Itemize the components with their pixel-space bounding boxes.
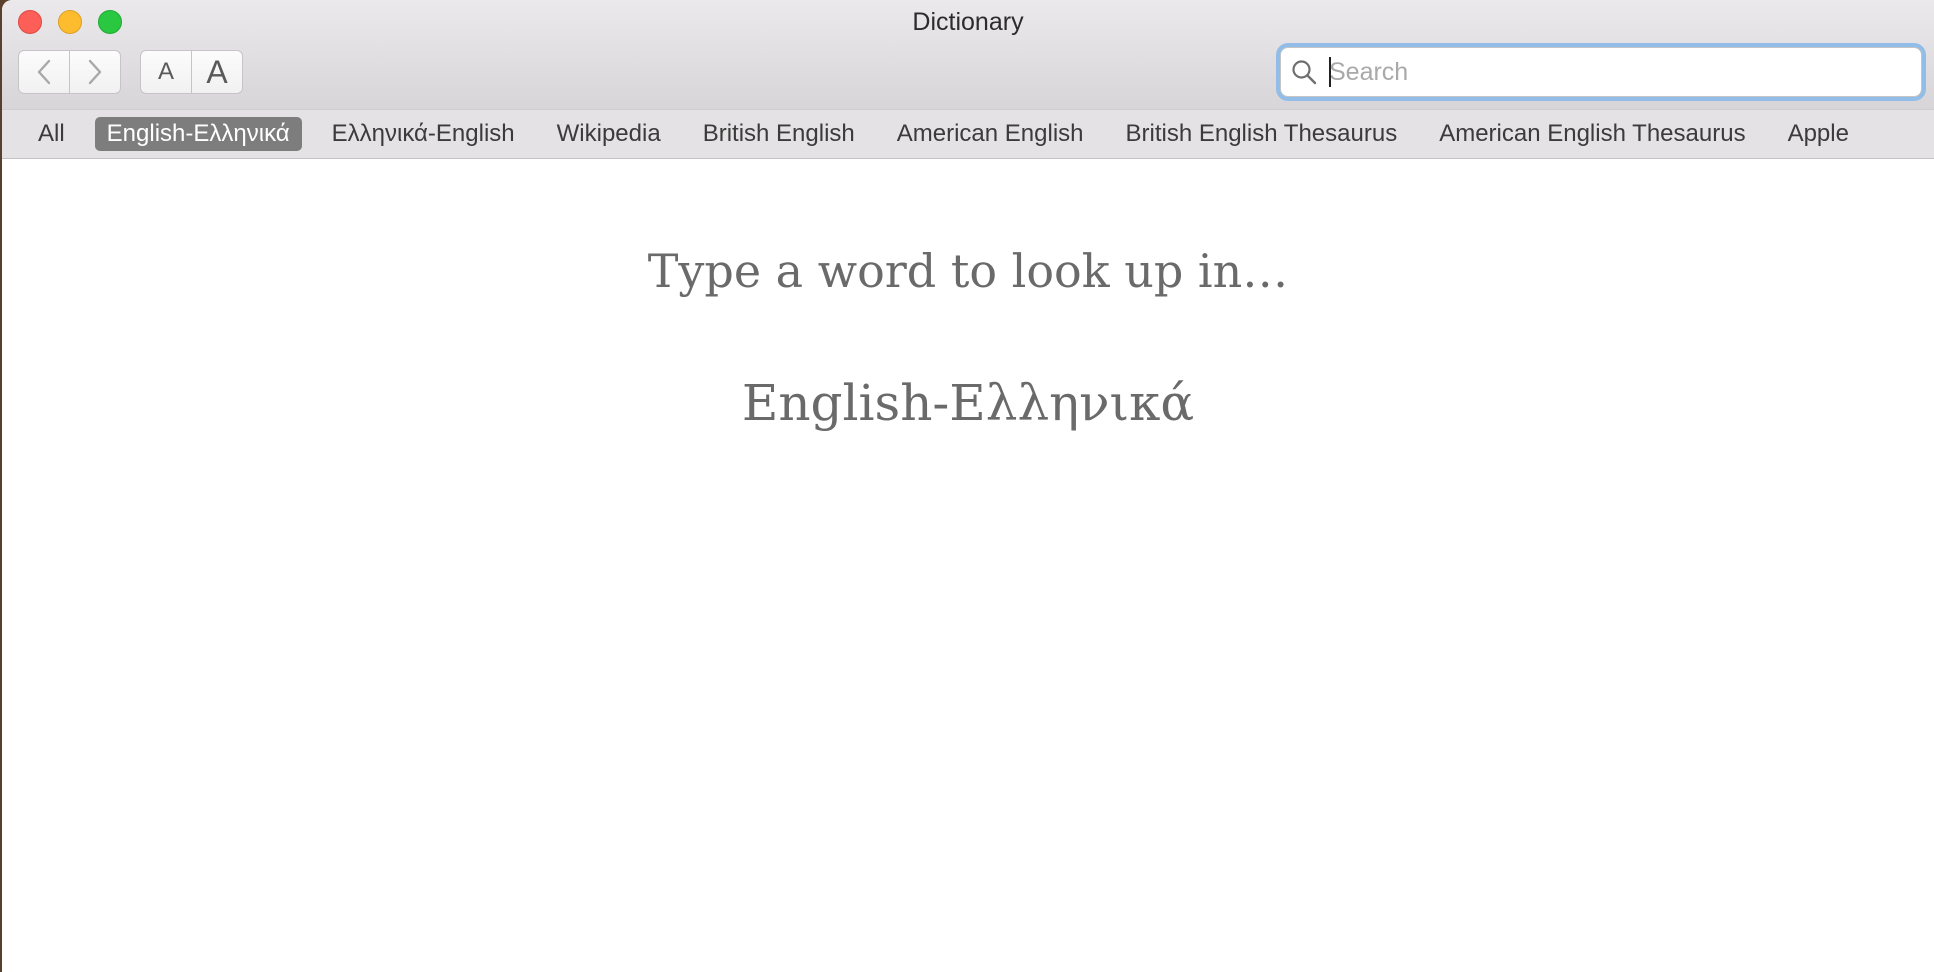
tab-wikipedia[interactable]: Wikipedia: [545, 117, 673, 151]
increase-font-button[interactable]: A: [191, 50, 243, 94]
chevron-right-icon: [88, 59, 102, 85]
window-title: Dictionary: [912, 8, 1024, 36]
dictionary-source-tabs: All English-Ελληνικά Ελληνικά-English Wi…: [2, 109, 1934, 159]
title-bar: Dictionary A A: [2, 0, 1934, 109]
lookup-prompt: Type a word to look up in…: [647, 244, 1289, 298]
tab-american-english-thesaurus[interactable]: American English Thesaurus: [1427, 117, 1757, 151]
text-caret: [1329, 57, 1331, 87]
tab-british-english-thesaurus[interactable]: British English Thesaurus: [1114, 117, 1410, 151]
tab-all[interactable]: All: [26, 117, 77, 151]
tab-list: All English-Ελληνικά Ελληνικά-English Wi…: [26, 117, 1861, 151]
search-icon: [1292, 60, 1317, 85]
search-input[interactable]: [1329, 54, 1899, 90]
chevron-left-icon: [37, 59, 51, 85]
search-field[interactable]: [1280, 47, 1922, 97]
tab-british-english[interactable]: British English: [691, 117, 867, 151]
decrease-font-button[interactable]: A: [140, 50, 192, 94]
dictionary-window: Dictionary A A All English-Ελληνικά Ελ: [2, 0, 1934, 972]
forward-button[interactable]: [69, 50, 121, 94]
tab-english-greek[interactable]: English-Ελληνικά: [94, 117, 302, 151]
definition-content-area: Type a word to look up in… English-Ελλην…: [2, 160, 1934, 972]
tab-apple[interactable]: Apple: [1776, 117, 1861, 151]
back-button[interactable]: [18, 50, 70, 94]
tab-greek-english[interactable]: Ελληνικά-English: [320, 117, 527, 151]
tab-american-english[interactable]: American English: [885, 117, 1096, 151]
selected-dictionary-name: English-Ελληνικά: [741, 374, 1195, 432]
